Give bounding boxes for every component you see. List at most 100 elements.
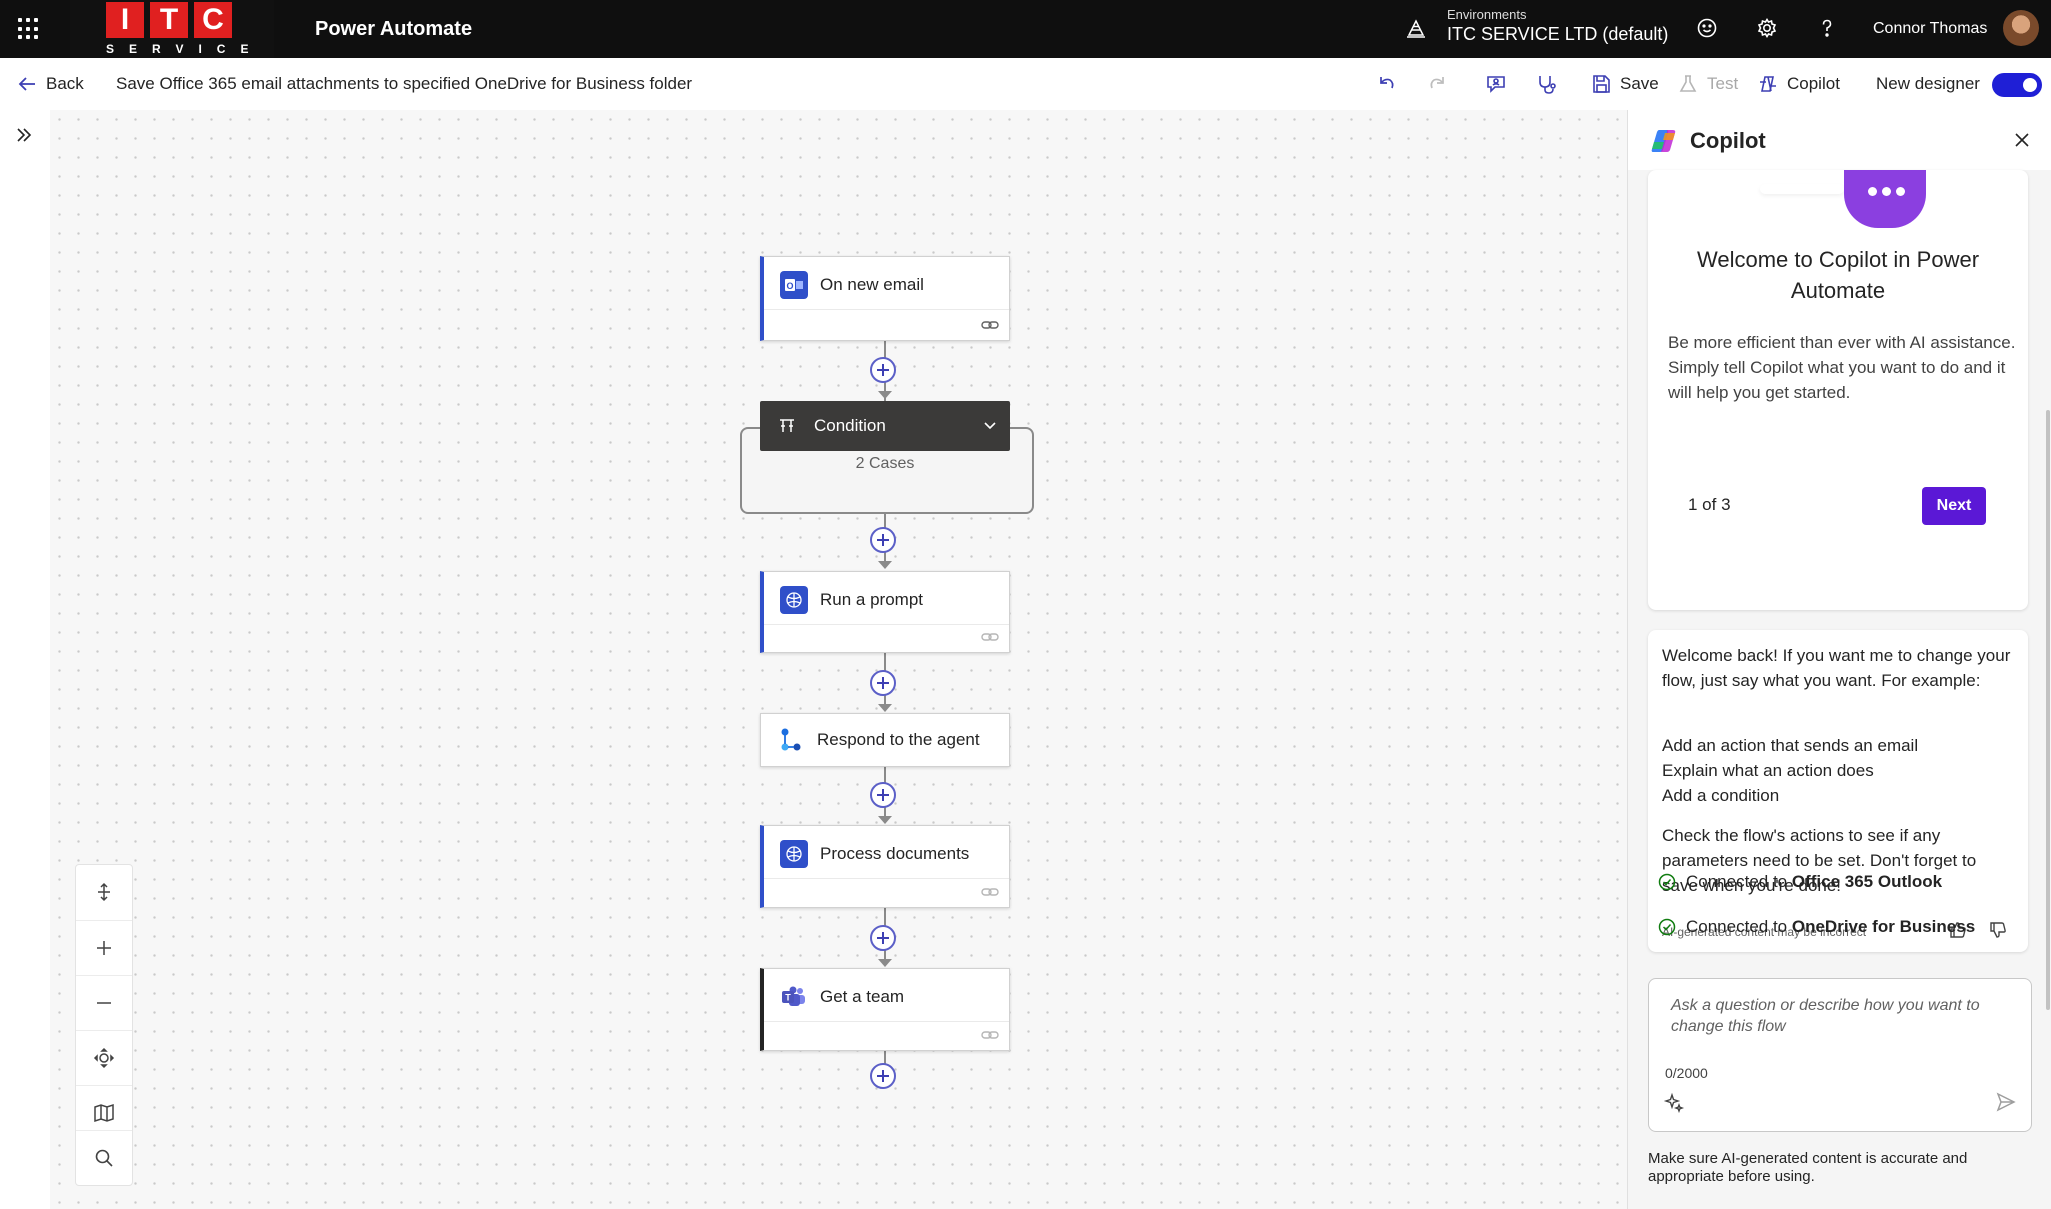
copilot-logo-icon (1651, 130, 1676, 152)
zoom-out-icon (97, 1002, 111, 1004)
welcome-body: Be more efficient than ever with AI assi… (1668, 333, 2016, 402)
character-count: 0/2000 (1665, 1065, 1708, 1081)
card-divider (764, 1021, 1009, 1022)
chevron-down-icon[interactable] (982, 418, 998, 434)
connection-status: Connected to OneDrive for Business (1658, 917, 1975, 937)
card-title: Process documents (820, 844, 970, 863)
help-icon[interactable] (1816, 17, 1838, 39)
message-example: Add a condition (1662, 786, 1780, 805)
flow-card-process-documents[interactable]: Process documents (760, 825, 1010, 908)
flow-card-trigger[interactable]: O On new email (760, 256, 1010, 341)
add-step-button[interactable] (870, 1063, 896, 1089)
back-button[interactable]: Back (16, 58, 84, 110)
expand-chevrons-icon[interactable] (13, 124, 35, 146)
add-step-button[interactable] (870, 782, 896, 808)
connection-status: Connected to Office 365 Outlook (1658, 872, 1942, 892)
flow-card-run-prompt[interactable]: Run a prompt (760, 571, 1010, 653)
app-launcher-icon[interactable] (18, 18, 40, 40)
copilot-footnote: Make sure AI-generated content is accura… (1648, 1150, 1968, 1185)
search-icon (95, 1149, 113, 1167)
card-title: Run a prompt (820, 590, 923, 609)
add-step-button[interactable] (870, 527, 896, 553)
zoom-out-button[interactable] (76, 975, 132, 1030)
logo-letter: T (150, 2, 188, 38)
search-button[interactable] (76, 1130, 132, 1185)
save-button[interactable]: Save (1590, 58, 1659, 110)
condition-header[interactable]: Condition (760, 401, 1010, 451)
flow-title[interactable]: Save Office 365 email attachments to spe… (116, 74, 692, 94)
back-label: Back (46, 74, 84, 93)
svg-text:T: T (785, 993, 791, 1003)
flow-checker-icon[interactable] (1535, 73, 1557, 95)
redo-icon[interactable] (1427, 73, 1449, 95)
chat-bubble-icon (1844, 170, 1926, 228)
connection-prefix: Connected to (1686, 872, 1788, 891)
fit-view-icon (93, 1047, 115, 1069)
add-step-button[interactable] (870, 925, 896, 951)
map-icon (94, 1103, 114, 1123)
message-example: Add an action that sends an email (1662, 736, 1919, 755)
link-icon (981, 1031, 999, 1039)
canvas-controls (75, 864, 133, 1186)
copilot-scrollbar[interactable] (2046, 410, 2050, 1010)
environment-icon[interactable] (1405, 17, 1427, 39)
condition-cases: 2 Cases (855, 455, 915, 472)
app-name[interactable]: Power Automate (315, 18, 472, 41)
logo-letter: I (106, 2, 144, 38)
test-button[interactable]: Test (1677, 58, 1738, 110)
fit-vertical-icon (98, 882, 110, 902)
thumbs-down-icon[interactable] (1988, 920, 2008, 940)
add-step-button[interactable] (870, 670, 896, 696)
command-bar: Back Save Office 365 email attachments t… (0, 58, 2051, 111)
condition-icon (780, 419, 794, 432)
new-designer-toggle[interactable] (1992, 73, 2042, 97)
test-label: Test (1707, 74, 1739, 93)
copilot-button[interactable]: Copilot (1757, 58, 1840, 110)
flow-card-respond-agent[interactable]: Respond to the agent (760, 713, 1010, 767)
copilot-input-box: 0/2000 (1648, 978, 2032, 1132)
welcome-pager: 1 of 3 (1688, 495, 1731, 514)
connector-arrow (878, 561, 892, 569)
flow-card-get-team[interactable]: T Get a team (760, 968, 1010, 1051)
add-step-button[interactable] (870, 357, 896, 383)
welcome-card: Welcome to Copilot in Power Automate Be … (1648, 170, 2028, 610)
illustration-line (1760, 184, 1844, 194)
check-circle-icon (1658, 873, 1676, 891)
logo-subtitle: SERVICE (106, 42, 264, 56)
copilot-label: Copilot (1787, 74, 1840, 93)
card-divider (764, 878, 1009, 879)
close-icon[interactable] (2012, 130, 2032, 150)
copilot-message: Welcome back! If you want me to change y… (1648, 630, 2028, 952)
svg-text:O: O (786, 281, 793, 291)
zoom-in-button[interactable] (76, 920, 132, 975)
teams-icon: T (780, 983, 808, 1011)
send-icon[interactable] (1995, 1091, 2017, 1113)
comments-icon[interactable] (1485, 73, 1507, 95)
copilot-header: Copilot (1628, 110, 2051, 170)
undo-icon[interactable] (1375, 73, 1397, 95)
settings-gear-icon[interactable] (1756, 17, 1778, 39)
environment-name[interactable]: ITC SERVICE LTD (default) (1447, 24, 1668, 45)
connection-name: Office 365 Outlook (1791, 872, 1943, 891)
copilot-prompt-input[interactable] (1669, 993, 2003, 1047)
back-arrow-icon (18, 77, 35, 91)
user-avatar[interactable] (2003, 10, 2039, 46)
ai-prompt-icon (780, 840, 808, 868)
ai-prompt-icon (780, 586, 808, 614)
sparkle-icon[interactable] (1663, 1091, 1685, 1113)
user-name[interactable]: Connor Thomas (1873, 20, 1987, 38)
environment-label: Environments (1447, 7, 1527, 22)
next-button[interactable]: Next (1922, 487, 1986, 525)
logo-letter: C (194, 2, 232, 38)
fit-vertical-button[interactable] (76, 865, 132, 919)
card-divider (764, 309, 1009, 310)
fit-view-button[interactable] (76, 1030, 132, 1085)
company-logo[interactable]: I T C SERVICE (70, 0, 274, 58)
feedback-smiley-icon[interactable] (1696, 17, 1718, 39)
save-label: Save (1620, 74, 1659, 93)
card-title: Get a team (820, 987, 905, 1006)
check-circle-icon (1658, 918, 1676, 936)
connection-name: OneDrive for Business (1791, 917, 1976, 936)
connector-arrow (878, 704, 892, 712)
outlook-icon: O (780, 271, 808, 299)
